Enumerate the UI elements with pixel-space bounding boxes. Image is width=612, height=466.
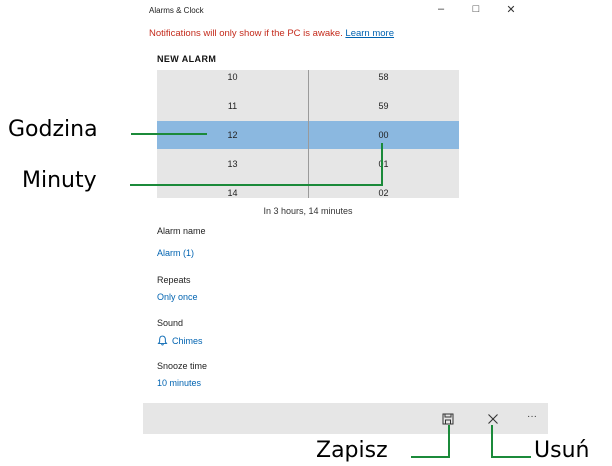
- annotation-line-usun-vertical: [491, 425, 493, 458]
- close-icon: [488, 414, 498, 424]
- awake-notice: Notifications will only show if the PC i…: [149, 28, 394, 39]
- sound-selector[interactable]: Chimes: [157, 335, 203, 348]
- snooze-value[interactable]: 10 minutes: [157, 378, 201, 388]
- alarm-name-field[interactable]: Alarm (1): [157, 248, 194, 258]
- hour-option[interactable]: 11: [157, 101, 308, 111]
- sound-label: Sound: [157, 318, 184, 328]
- learn-more-link[interactable]: Learn more: [345, 28, 394, 39]
- delete-button[interactable]: [484, 410, 502, 428]
- snooze-label: Snooze time: [157, 361, 208, 371]
- sound-value: Chimes: [172, 336, 203, 346]
- hour-option[interactable]: 13: [157, 159, 308, 169]
- annotation-line-minuty-vertical: [381, 143, 383, 186]
- repeats-label: Repeats: [157, 275, 191, 285]
- hour-option[interactable]: 14: [157, 188, 308, 198]
- notice-text: Notifications will only show if the PC i…: [149, 28, 343, 39]
- annotation-line-godzina: [131, 133, 207, 135]
- annotation-minuty: Minuty: [22, 168, 97, 193]
- more-options-button[interactable]: ···: [523, 411, 541, 429]
- save-icon: [442, 413, 454, 425]
- close-window-button[interactable]: ✕: [501, 3, 521, 16]
- minute-option[interactable]: 58: [308, 72, 459, 82]
- minute-option[interactable]: 02: [308, 188, 459, 198]
- window-title: Alarms & Clock: [149, 6, 204, 15]
- alarm-name-label: Alarm name: [157, 226, 206, 236]
- hour-option[interactable]: 10: [157, 72, 308, 82]
- minute-option-selected[interactable]: 00: [308, 130, 459, 140]
- countdown-text: In 3 hours, 14 minutes: [263, 206, 353, 216]
- annotation-usun: Usuń: [534, 438, 590, 463]
- minute-option[interactable]: 59: [308, 101, 459, 111]
- alarm-window: Alarms & Clock – □ ✕ Notifications will …: [143, 0, 548, 436]
- annotation-line-zapisz-vertical: [448, 425, 450, 458]
- annotation-zapisz: Zapisz: [316, 438, 388, 463]
- minimize-button[interactable]: –: [431, 3, 451, 15]
- minute-option[interactable]: 01: [308, 159, 459, 169]
- repeats-value[interactable]: Only once: [157, 292, 198, 302]
- annotation-line-usun: [491, 456, 531, 458]
- hour-option-selected[interactable]: 12: [157, 130, 308, 140]
- annotation-line-minuty: [130, 184, 383, 186]
- annotation-line-zapisz: [411, 456, 450, 458]
- maximize-button[interactable]: □: [466, 3, 486, 15]
- page-heading: NEW ALARM: [157, 54, 217, 64]
- bell-icon: [157, 335, 168, 348]
- annotation-godzina: Godzina: [8, 117, 98, 142]
- command-bar: ···: [143, 403, 548, 434]
